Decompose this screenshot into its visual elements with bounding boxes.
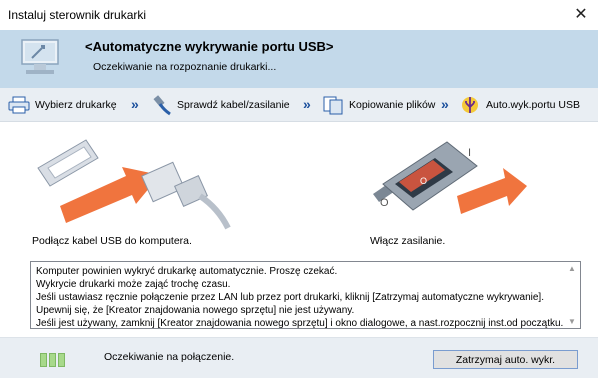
printer-icon [8, 96, 30, 113]
progress-bar-segment [40, 353, 47, 367]
svg-text:O: O [420, 176, 427, 186]
usb-plug-illustration [37, 139, 231, 230]
power-caption: Włącz zasilanie. [370, 235, 446, 247]
steps-bar: Wybierz drukarkę » Sprawdź kabel/zasilan… [0, 88, 598, 122]
svg-text:I: I [468, 147, 471, 159]
cable-icon [153, 94, 171, 115]
step-label: Wybierz drukarkę [35, 98, 117, 111]
step-label: Auto.wyk.portu USB [486, 98, 580, 111]
title-bar: Instaluj sterownik drukarki ✕ [0, 0, 598, 31]
message-line: Upewnij się, że [Kreator znajdowania now… [36, 305, 355, 316]
message-scrollbar[interactable]: ▲ ▼ [565, 262, 580, 328]
connection-progress-indicator [40, 353, 65, 367]
message-line: Komputer powinien wykryć drukarkę automa… [36, 266, 338, 277]
message-line: Jeśli jest używany, zamknij [Kreator zna… [36, 318, 564, 329]
footer-bar: Oczekiwanie na połączenie. Zatrzymaj aut… [0, 337, 598, 378]
power-switch-illustration: O O I [373, 141, 527, 214]
scroll-up-icon[interactable]: ▲ [568, 264, 576, 273]
status-text: Oczekiwanie na połączenie. [104, 351, 235, 363]
header-banner: <Automatyczne wykrywanie portu USB> Ocze… [0, 30, 598, 88]
progress-bar-segment [49, 353, 56, 367]
banner-subtitle: Oczekiwanie na rozpoznanie drukarki... [93, 61, 277, 73]
step-arrow-icon: » [441, 96, 449, 112]
message-text: Komputer powinien wykryć drukarkę automa… [36, 265, 564, 330]
step-arrow-icon: » [131, 96, 139, 112]
message-line: Wykrycie drukarki może zająć trochę czas… [36, 279, 231, 290]
banner-title: <Automatyczne wykrywanie portu USB> [85, 39, 334, 54]
message-textarea[interactable]: Komputer powinien wykryć drukarkę automa… [30, 261, 581, 329]
step-check-cable: Sprawdź kabel/zasilanie [150, 88, 290, 121]
progress-bar-segment [58, 353, 65, 367]
svg-text:O: O [380, 197, 389, 209]
usb-caption: Podłącz kabel USB do komputera. [32, 235, 192, 247]
copy-files-icon [323, 96, 343, 114]
step-select-printer: Wybierz drukarkę [8, 88, 117, 121]
step-arrow-icon: » [303, 96, 311, 112]
usb-icon [462, 96, 478, 113]
step-usb-autodetect: Auto.wyk.portu USB [459, 88, 580, 121]
installer-computer-icon [21, 39, 59, 74]
close-icon[interactable]: ✕ [564, 0, 598, 30]
stop-autodetect-button[interactable]: Zatrzymaj auto. wykr. [433, 350, 578, 369]
step-label: Sprawdź kabel/zasilanie [177, 98, 290, 111]
step-copy-files: Kopiowanie plików [322, 88, 435, 121]
window-title: Instaluj sterownik drukarki [8, 8, 147, 22]
scroll-down-icon[interactable]: ▼ [568, 317, 576, 326]
step-label: Kopiowanie plików [349, 98, 436, 111]
message-line: Jeśli ustawiasz ręcznie połączenie przez… [36, 292, 544, 303]
